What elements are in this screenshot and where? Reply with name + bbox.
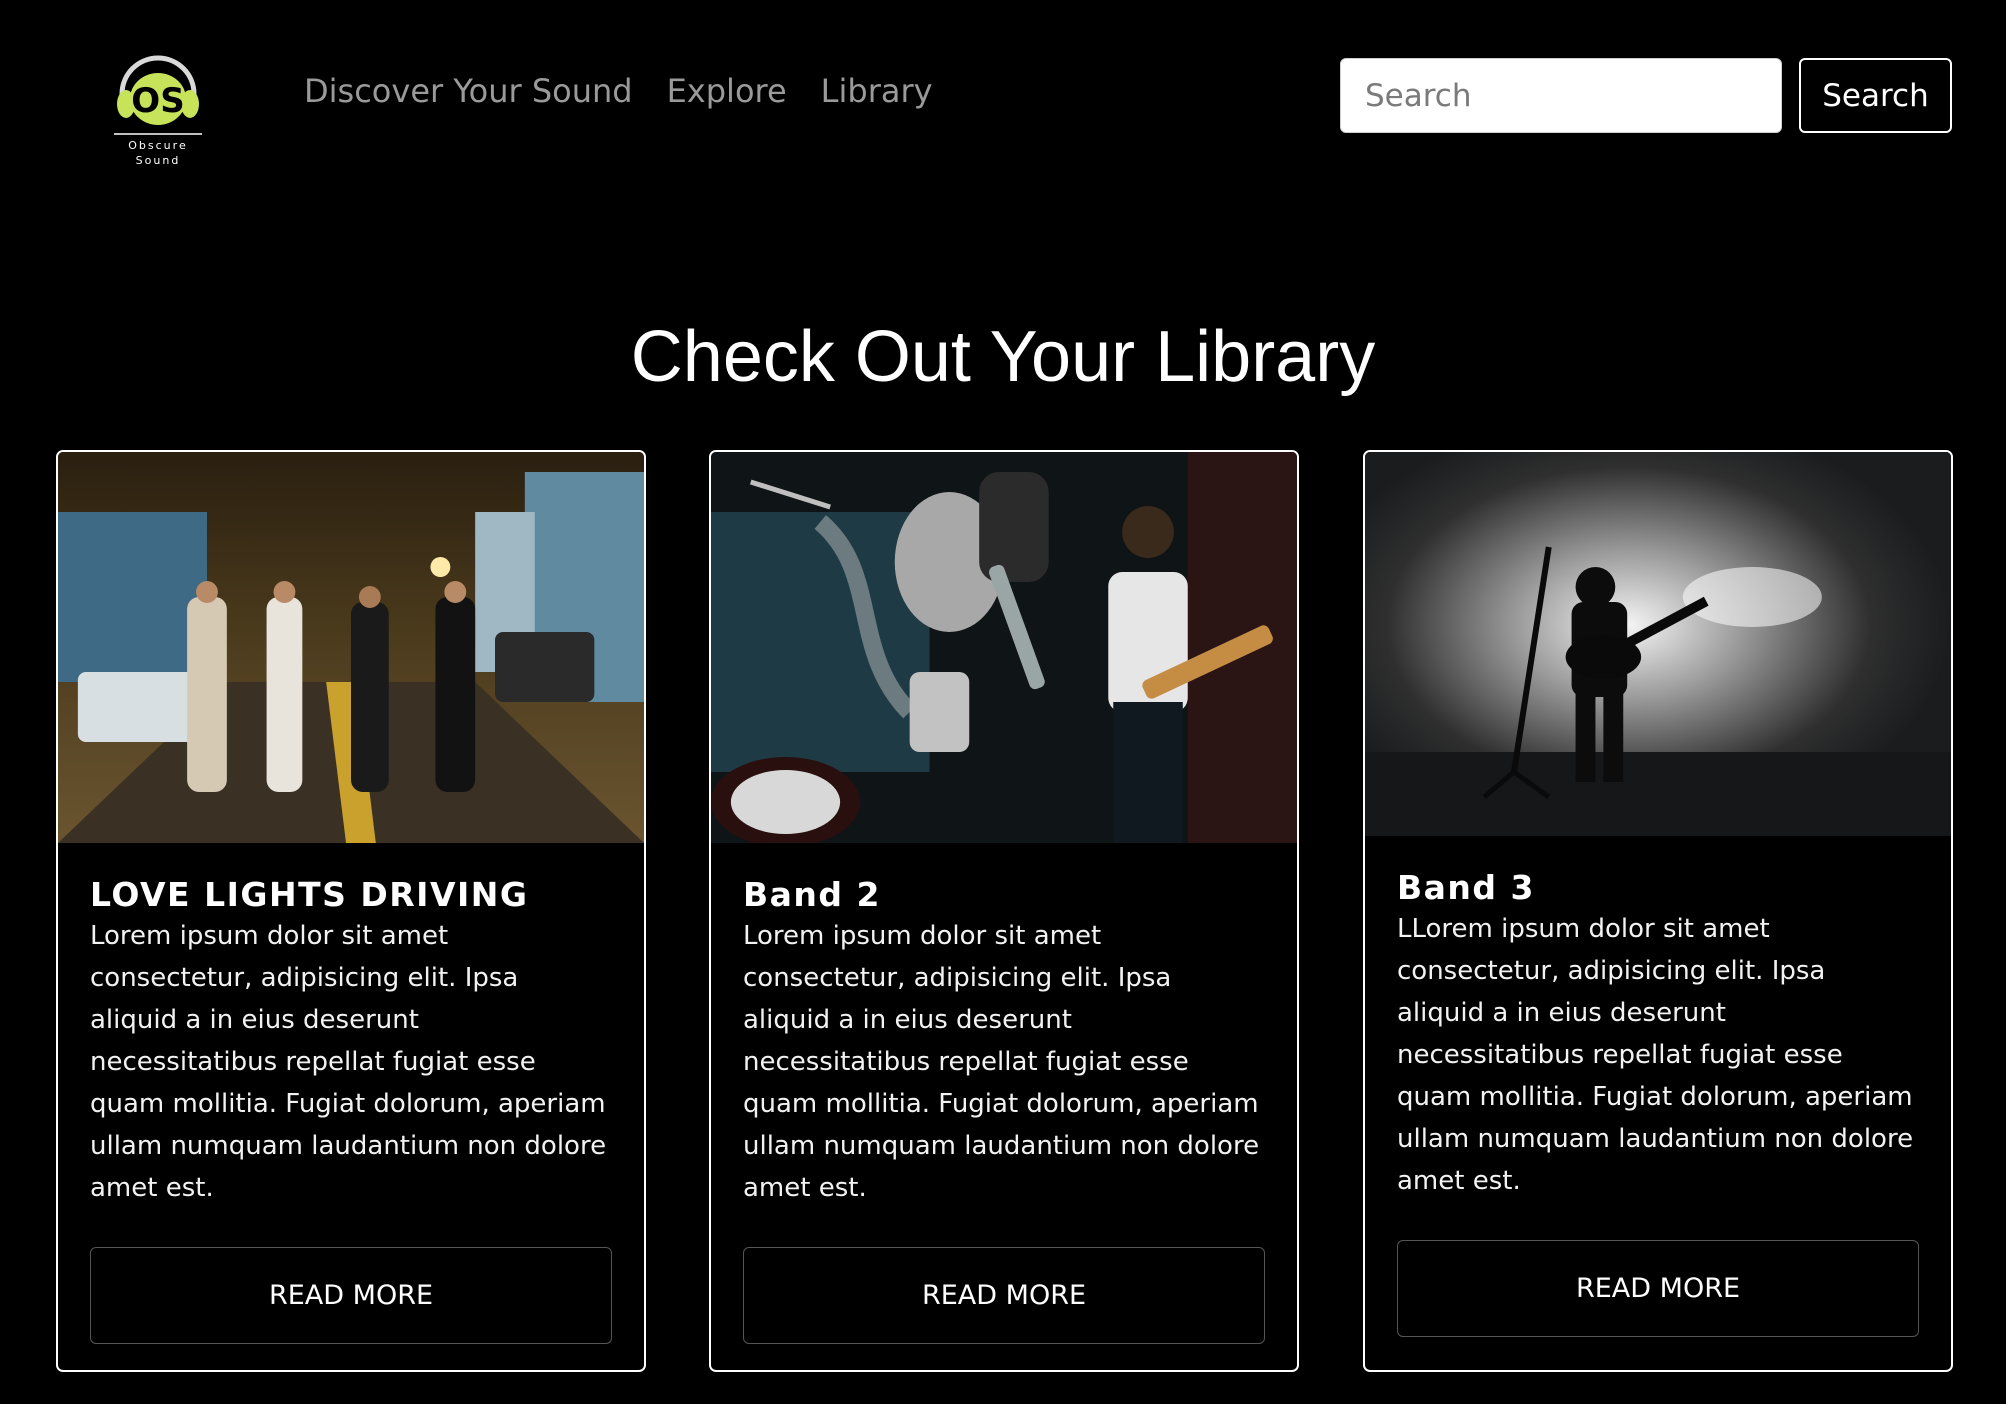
read-more-button[interactable]: READ MORE	[90, 1247, 612, 1344]
card-body: Band 3 LLorem ipsum dolor sit amet conse…	[1365, 836, 1951, 1337]
read-more-button[interactable]: READ MORE	[1397, 1240, 1919, 1337]
card-body: LOVE LIGHTS DRIVING Lorem ipsum dolor si…	[58, 843, 644, 1344]
nav-link-library[interactable]: Library	[821, 72, 933, 110]
band-street-night-photo	[58, 452, 644, 843]
obscure-sound-logo[interactable]: OS Obscure Sound	[108, 52, 208, 168]
main-nav: Discover Your Sound Explore Library	[304, 72, 933, 110]
card-title: LOVE LIGHTS DRIVING	[90, 875, 529, 914]
card-body: Band 2 Lorem ipsum dolor sit amet consec…	[711, 843, 1297, 1344]
page-title: Check Out Your Library	[630, 317, 1376, 397]
svg-text:Sound: Sound	[136, 154, 181, 167]
band-card: LOVE LIGHTS DRIVING Lorem ipsum dolor si…	[56, 450, 646, 1372]
svg-text:OS: OS	[131, 81, 184, 121]
search-button[interactable]: Search	[1799, 58, 1952, 133]
band-card: Band 2 Lorem ipsum dolor sit amet consec…	[709, 450, 1299, 1372]
card-text: Lorem ipsum dolor sit amet consectetur, …	[90, 921, 607, 1203]
navbar: OS Obscure Sound Discover Your Sound Exp…	[0, 0, 2006, 190]
search-input[interactable]	[1340, 58, 1782, 133]
nav-link-explore[interactable]: Explore	[667, 72, 787, 110]
band-live-stage-photo	[711, 452, 1297, 843]
card-title: Band 3	[1397, 868, 1535, 907]
band-card: Band 3 LLorem ipsum dolor sit amet conse…	[1363, 450, 1953, 1372]
card-text: Lorem ipsum dolor sit amet consectetur, …	[743, 921, 1260, 1203]
read-more-button[interactable]: READ MORE	[743, 1247, 1265, 1344]
svg-text:Obscure: Obscure	[128, 139, 187, 152]
card-text: LLorem ipsum dolor sit amet consectetur,…	[1397, 914, 1914, 1196]
guitarist-silhouette-smoke-photo	[1365, 452, 1951, 836]
card-title: Band 2	[743, 875, 881, 914]
nav-link-discover[interactable]: Discover Your Sound	[304, 72, 633, 110]
